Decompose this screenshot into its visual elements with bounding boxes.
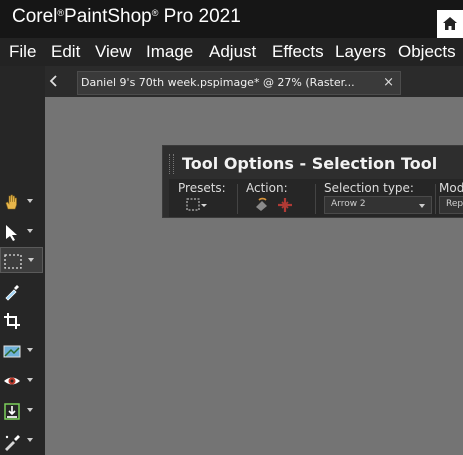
chevron-down-icon xyxy=(27,199,33,203)
eye-icon xyxy=(4,377,20,385)
crop-icon xyxy=(4,313,20,329)
selection-tool[interactable] xyxy=(0,247,43,273)
menu-objects[interactable]: Objects xyxy=(398,42,456,62)
menu-image[interactable]: Image xyxy=(146,42,193,62)
selection-marquee-icon xyxy=(4,254,22,269)
chevron-down-icon xyxy=(27,408,33,412)
mode-section: Mode: Replace xyxy=(439,179,463,217)
selection-type-value: Arrow 2 xyxy=(331,199,366,209)
close-icon[interactable]: × xyxy=(383,75,394,90)
chevron-down-icon xyxy=(419,204,425,208)
mode-label: Mode: xyxy=(439,181,463,195)
menu-file[interactable]: File xyxy=(9,42,36,62)
document-tab-strip: Daniel 9's 70th week.pspimage* @ 27% (Ra… xyxy=(45,66,463,97)
selection-type-label: Selection type: xyxy=(324,181,414,195)
menu-edit[interactable]: Edit xyxy=(51,42,80,62)
tools-toolbar xyxy=(0,66,45,455)
home-icon xyxy=(443,17,457,30)
makeover-tool[interactable] xyxy=(0,398,43,424)
red-eye-tool[interactable] xyxy=(0,368,43,394)
home-button[interactable] xyxy=(437,10,463,38)
reset-action-button[interactable] xyxy=(253,196,271,214)
selection-type-dropdown[interactable]: Arrow 2 xyxy=(324,196,432,214)
menu-layers[interactable]: Layers xyxy=(335,42,386,62)
straighten-tool[interactable] xyxy=(0,338,43,364)
tool-options-title[interactable]: Tool Options - Selection Tool xyxy=(182,154,437,173)
tab-scroll-left-button[interactable] xyxy=(45,66,67,97)
straighten-icon xyxy=(3,345,21,358)
chevron-down-icon xyxy=(28,258,34,262)
presets-label: Presets: xyxy=(178,181,226,195)
pan-tool[interactable] xyxy=(0,189,43,215)
separator xyxy=(315,184,316,214)
crop-tool[interactable] xyxy=(0,308,43,334)
arrow-pointer-icon xyxy=(6,225,17,241)
presets-dropdown[interactable] xyxy=(186,197,210,213)
app-title: Corel®PaintShop® Pro 2021 xyxy=(12,6,241,27)
action-label: Action: xyxy=(246,181,288,195)
menu-view[interactable]: View xyxy=(95,42,132,62)
title-bar: Corel®PaintShop® Pro 2021 xyxy=(0,0,463,38)
document-tab-label: Daniel 9's 70th week.pspimage* @ 27% (Ra… xyxy=(81,76,355,89)
brush-icon xyxy=(5,435,20,451)
reset-icon xyxy=(256,197,267,211)
chevron-down-icon xyxy=(27,378,33,382)
menu-effects[interactable]: Effects xyxy=(272,42,324,62)
eyedropper-icon xyxy=(5,285,19,301)
hand-icon xyxy=(5,194,17,210)
selection-preset-icon xyxy=(186,198,207,211)
cancel-action-button[interactable] xyxy=(276,196,294,214)
separator xyxy=(435,184,436,214)
tool-options-content: Presets: Action: Selection type: Arrow 2 xyxy=(169,179,463,217)
chevron-down-icon xyxy=(27,438,33,442)
makeover-icon xyxy=(4,403,20,420)
document-tab[interactable]: Daniel 9's 70th week.pspimage* @ 27% (Ra… xyxy=(77,71,401,95)
clone-tool[interactable] xyxy=(0,428,43,454)
palette-grip-handle[interactable] xyxy=(169,154,174,174)
mode-value: Replace xyxy=(446,199,463,209)
chevron-down-icon xyxy=(27,229,33,233)
separator xyxy=(237,184,238,214)
chevron-left-icon xyxy=(49,75,57,87)
tool-options-palette: Tool Options - Selection Tool Presets: A… xyxy=(162,145,463,218)
menu-adjust[interactable]: Adjust xyxy=(209,42,256,62)
dropper-tool[interactable] xyxy=(0,278,43,304)
pick-tool[interactable] xyxy=(0,219,43,245)
menu-bar: File Edit View Image Adjust Effects Laye… xyxy=(0,38,463,66)
mode-dropdown[interactable]: Replace xyxy=(439,196,463,214)
cancel-icon xyxy=(278,198,292,212)
chevron-down-icon xyxy=(27,348,33,352)
